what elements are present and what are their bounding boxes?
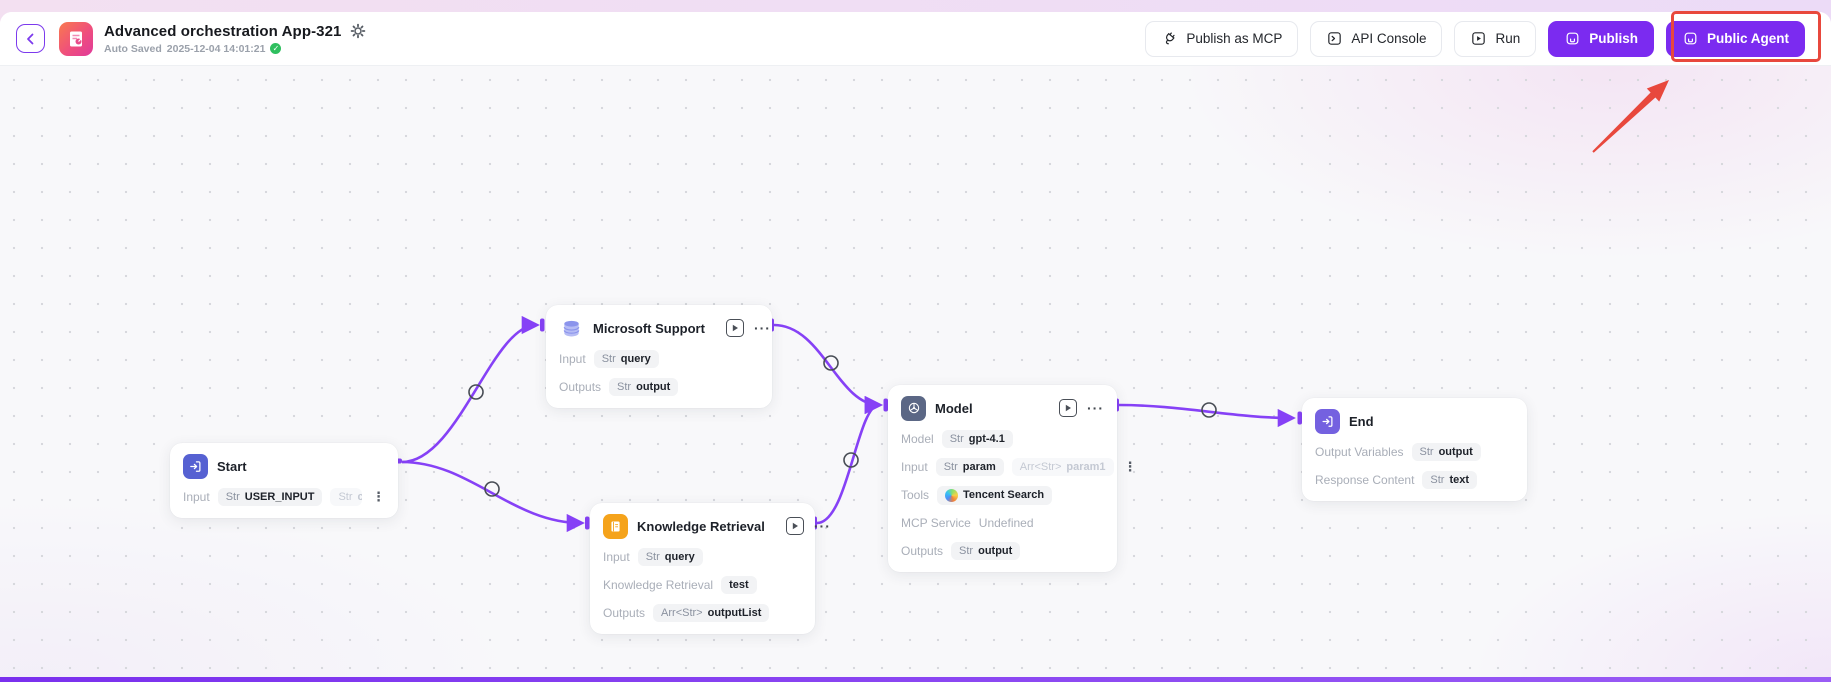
app-window: Advanced orchestration App-321 Auto Save… [0, 0, 1831, 682]
node-row: Input StrUSER_INPUT Strconvers ⋮ [183, 487, 385, 507]
run-button[interactable]: Run [1454, 20, 1537, 57]
node-row: Model Str gpt-4.1 [901, 429, 1104, 449]
end-icon [1315, 408, 1340, 434]
row-label: Input [901, 460, 928, 474]
public-agent-icon [1684, 32, 1697, 45]
start-icon [183, 453, 208, 479]
variable-pill: Str USER_INPUT [217, 488, 323, 506]
row-label: Model [901, 432, 934, 446]
variable-pill: test [721, 576, 757, 594]
node-end[interactable]: End Output Variables Str output Response Co… [1302, 398, 1527, 501]
chevron-left-icon [26, 33, 33, 44]
run-label: Run [1495, 31, 1521, 46]
variable-pill: Str output [1411, 443, 1481, 461]
document-pen-icon [70, 31, 82, 46]
plug-icon [1166, 32, 1176, 45]
publish-icon [1566, 32, 1579, 45]
row-label: Input [603, 550, 630, 564]
row-label: Outputs [603, 606, 646, 620]
orchestration-workspace: Advanced orchestration App-321 Auto Save… [0, 12, 1831, 682]
row-label: MCP Service [901, 516, 971, 530]
app-icon [59, 21, 93, 56]
node-title: End [1349, 413, 1374, 429]
back-button[interactable] [16, 24, 45, 53]
api-console-button[interactable]: API Console [1310, 20, 1443, 57]
node-row: Input Str query [603, 547, 802, 567]
variable-pill: Str output [609, 378, 679, 396]
window-bottom-accent [0, 677, 1831, 682]
row-value-text: Undefined [978, 516, 1034, 530]
row-label: Input [183, 490, 210, 504]
top-toolbar: Advanced orchestration App-321 Auto Save… [0, 12, 1831, 66]
node-title: Knowledge Retrieval [637, 518, 765, 534]
node-title: Model [935, 400, 973, 416]
node-run-button[interactable] [725, 319, 744, 337]
row-label: Output Variables [1315, 445, 1404, 459]
node-model[interactable]: Model ··· Model Str gpt-4.1 Input Str param Ar… [888, 385, 1137, 572]
node-row: Output Variables Str output [1315, 442, 1514, 462]
node-row: Input Str param Arr<Str> param1 ⋮ [901, 457, 1137, 477]
node-title: Start [217, 458, 247, 474]
publish-as-mcp-label: Publish as MCP [1186, 31, 1283, 46]
database-icon [559, 316, 584, 341]
row-label: Outputs [901, 544, 944, 558]
node-row: Input Str query [559, 349, 759, 369]
node-start[interactable]: Start Input StrUSER_INPUT Strconvers ⋮ [170, 443, 398, 518]
tencent-search-icon [945, 488, 959, 502]
node-more-button[interactable]: ··· [754, 321, 771, 335]
row-overflow-button[interactable]: ⋮ [372, 489, 385, 505]
publish-as-mcp-button[interactable]: Publish as MCP [1145, 20, 1299, 57]
row-label: Input [559, 352, 586, 366]
variable-pill: Str param [935, 458, 1004, 476]
public-agent-button[interactable]: Public Agent [1665, 20, 1805, 57]
node-row: Tools Tencent Search [901, 485, 1104, 505]
workflow-canvas[interactable] [0, 66, 1831, 677]
gear-icon[interactable] [350, 23, 366, 39]
node-run-button[interactable] [1059, 399, 1077, 417]
row-label: Knowledge Retrieval [603, 578, 714, 592]
node-knowledge-retrieval[interactable]: Knowledge Retrieval ··· Input Str query Kno… [590, 503, 830, 634]
variable-pill: Str text [1422, 471, 1478, 489]
node-row: Outputs Str output [901, 541, 1104, 561]
node-run-button[interactable] [785, 517, 804, 535]
node-row: Outputs Arr<Str> outputList [603, 603, 802, 623]
row-overflow-button[interactable]: ⋮ [1124, 459, 1137, 475]
terminal-icon [1328, 32, 1342, 45]
book-icon [603, 513, 628, 539]
variable-pill: Str output [951, 542, 1021, 560]
variable-pill: Tencent Search [937, 485, 1053, 505]
variable-pill: Arr<Str> param1 [1011, 458, 1114, 476]
public-agent-label: Public Agent [1706, 31, 1789, 46]
variable-pill: Arr<Str> outputList [653, 604, 770, 622]
node-more-button[interactable]: ··· [814, 519, 831, 533]
autosave-timestamp: 2025-12-04 14:01:21 [166, 42, 266, 55]
node-row: Knowledge Retrieval test [603, 575, 802, 595]
saved-check-icon: ✓ [270, 43, 282, 54]
node-microsoft-support[interactable]: Microsoft Support ··· Input Str query Outpu… [546, 305, 772, 408]
model-icon [901, 395, 926, 421]
row-label: Response Content [1315, 473, 1415, 487]
page-title: Advanced orchestration App-321 [104, 22, 342, 40]
variable-pill: Str query [637, 548, 703, 566]
api-console-label: API Console [1351, 31, 1427, 46]
publish-label: Publish [1589, 31, 1638, 46]
run-play-icon [1472, 32, 1486, 45]
variable-pill: Str query [593, 350, 659, 368]
node-row: Outputs Str output [559, 377, 759, 397]
row-label: Tools [901, 488, 930, 502]
node-more-button[interactable]: ··· [1087, 401, 1104, 415]
node-row: Response Content Str text [1315, 470, 1514, 490]
variable-pill: Str gpt-4.1 [941, 430, 1013, 448]
node-title: Microsoft Support [593, 320, 705, 336]
node-row: MCP Service Undefined [901, 513, 1104, 533]
publish-button[interactable]: Publish [1548, 20, 1654, 57]
autosave-label: Auto Saved [104, 42, 162, 55]
autosave-status: Auto Saved 2025-12-04 14:01:21 ✓ [104, 43, 366, 55]
variable-pill: Strconvers [330, 488, 362, 506]
row-label: Outputs [559, 380, 602, 394]
